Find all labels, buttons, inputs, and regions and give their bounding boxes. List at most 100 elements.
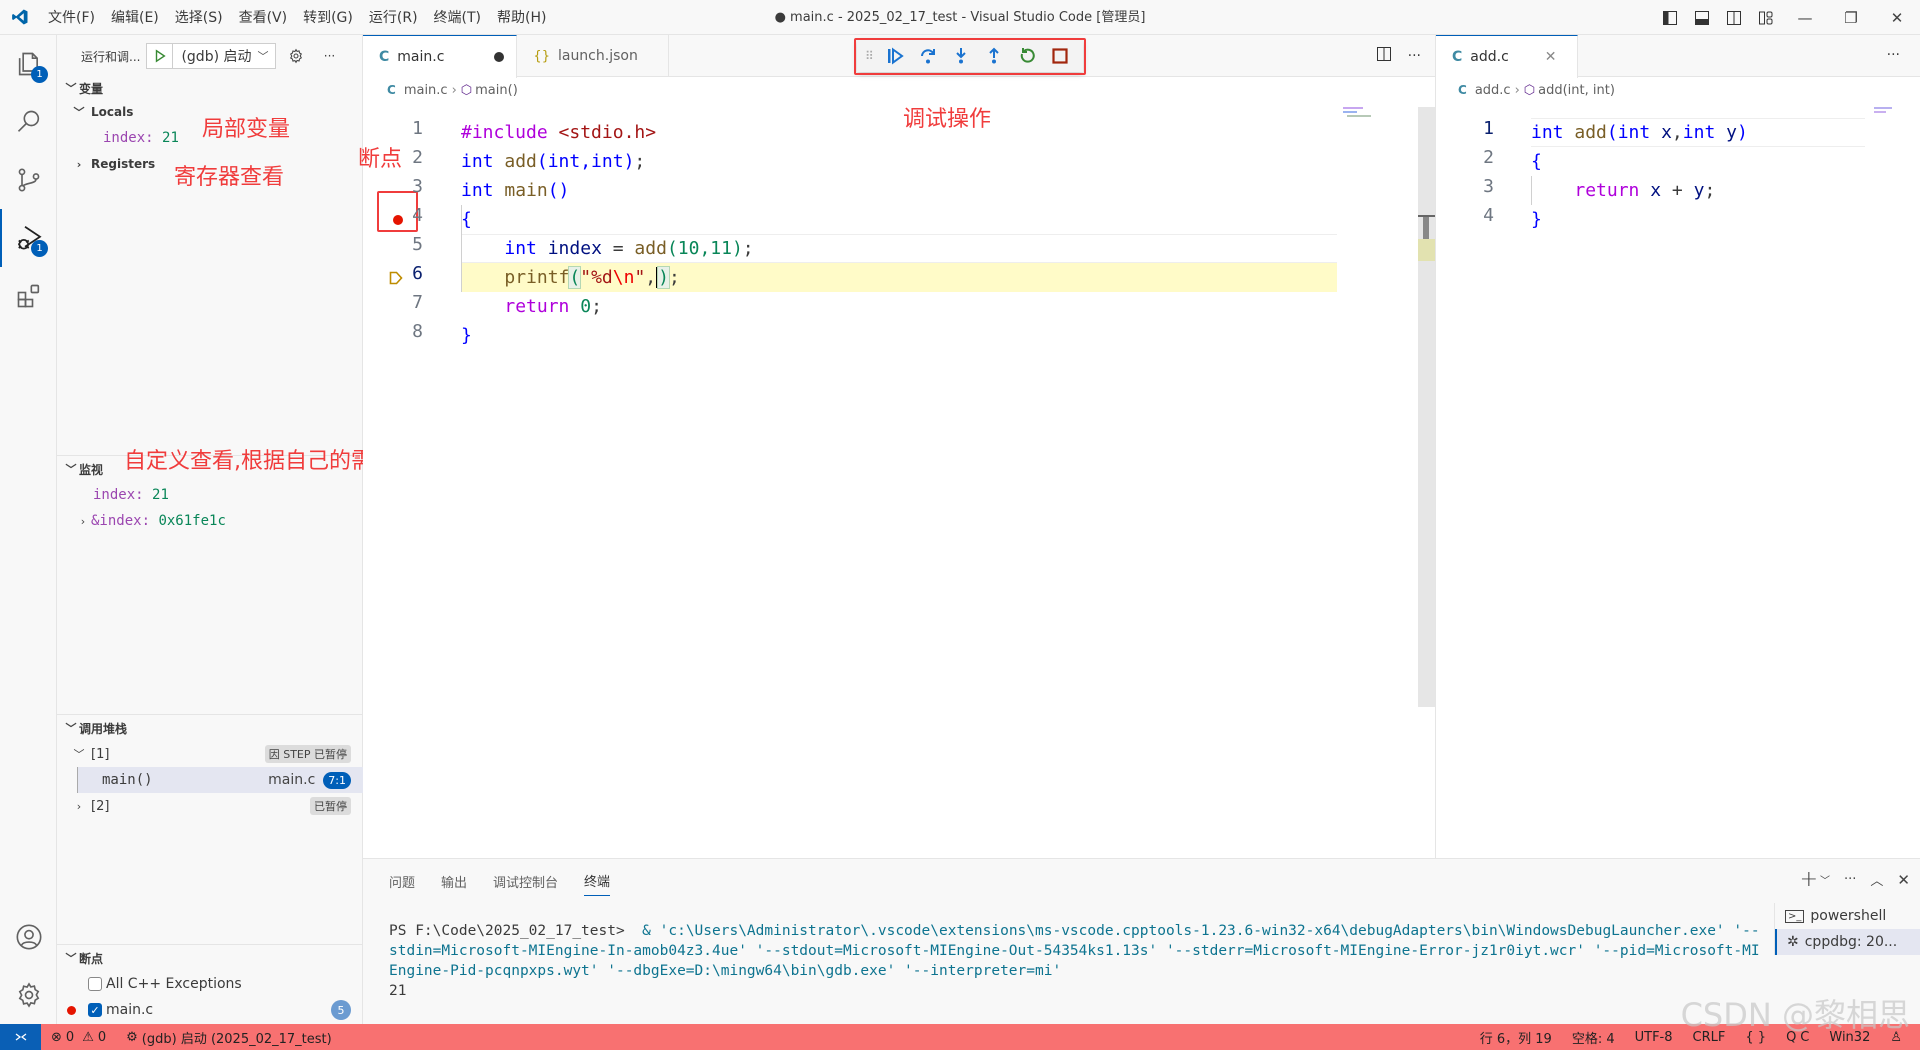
menu-edit[interactable]: 编辑(E): [103, 7, 167, 27]
toggle-panel-button[interactable]: [1686, 0, 1718, 35]
activity-source-control[interactable]: [0, 151, 57, 209]
menu-file[interactable]: 文件(F): [40, 7, 103, 27]
cursor-position[interactable]: 行 6，列 19: [1470, 1028, 1562, 1047]
terminal-label: cppdbg: 20...: [1804, 934, 1898, 950]
toggle-primary-sidebar-button[interactable]: [1654, 0, 1686, 35]
variables-section-header[interactable]: ﹀ 变量: [57, 77, 362, 99]
minimap[interactable]: [1874, 107, 1894, 115]
breakpoint-checkbox[interactable]: ✓: [88, 1003, 102, 1017]
menu-terminal[interactable]: 终端(T): [426, 7, 489, 27]
activity-accounts[interactable]: [0, 908, 57, 966]
panel-tab-terminal[interactable]: 终端: [584, 866, 611, 896]
callstack-section-header[interactable]: ﹀ 调用堆栈: [57, 715, 363, 741]
thread-row[interactable]: ﹀ [1] 因 STEP 已暂停: [57, 741, 363, 767]
vertical-scrollbar[interactable]: [1418, 107, 1435, 707]
warning-icon: ⚠: [82, 1029, 94, 1045]
split-layout-icon: [1727, 10, 1741, 25]
remote-indicator-button[interactable]: [0, 1024, 41, 1050]
restore-button[interactable]: ❐: [1828, 0, 1874, 35]
code-editor[interactable]: 1 2 3 4 int add(int x,int y) { return x …: [1436, 103, 1920, 858]
problems-status[interactable]: ⊗ 0 ⚠ 0: [41, 1030, 116, 1045]
language-mode[interactable]: QC: [1776, 1030, 1819, 1045]
gear-icon: [289, 48, 302, 64]
menu-selection[interactable]: 选择(S): [167, 7, 231, 27]
editor-more-actions-button[interactable]: ···: [1887, 47, 1900, 63]
split-editor-button[interactable]: [1376, 46, 1392, 66]
activity-extensions[interactable]: [0, 267, 57, 325]
activity-run-debug[interactable]: 1: [0, 209, 57, 267]
indentation[interactable]: 空格: 4: [1562, 1028, 1625, 1047]
editor-more-actions-button[interactable]: ···: [1408, 48, 1421, 64]
step-into-button[interactable]: [951, 46, 971, 66]
minimap[interactable]: [1343, 107, 1373, 121]
open-launch-json-button[interactable]: [282, 43, 310, 69]
menu-go[interactable]: 转到(G): [295, 7, 361, 27]
menu-view[interactable]: 查看(V): [231, 7, 296, 27]
breadcrumb-file[interactable]: main.c: [404, 83, 448, 98]
breadcrumb-file[interactable]: add.c: [1475, 83, 1511, 98]
encoding[interactable]: UTF-8: [1625, 1030, 1683, 1045]
locals-label: Locals: [91, 105, 134, 119]
variable-name: index: [103, 130, 146, 146]
toggle-secondary-sidebar-button[interactable]: [1718, 0, 1750, 35]
start-debugging-button[interactable]: [147, 44, 174, 68]
panel-tab-problems[interactable]: 问题: [389, 866, 415, 896]
watch-item[interactable]: index: 21: [57, 482, 363, 508]
more-actions-button[interactable]: ···: [316, 43, 344, 69]
breakpoints-section-header[interactable]: ﹀ 断点: [57, 945, 363, 971]
minimize-button[interactable]: —: [1782, 0, 1828, 35]
activity-search[interactable]: [0, 93, 57, 151]
drag-handle-icon[interactable]: ⠿: [865, 49, 874, 63]
terminal-list: >_ powershell ✲ cppdbg: 20...: [1774, 903, 1920, 955]
customize-layout-button[interactable]: [1750, 0, 1782, 35]
panel-tab-debug-console[interactable]: 调试控制台: [493, 866, 558, 896]
breadcrumb-symbol[interactable]: main(): [475, 83, 518, 98]
chevron-down-icon: ﹀: [65, 952, 77, 965]
tab-main-c[interactable]: C main.c: [363, 35, 518, 78]
restart-button[interactable]: [1017, 46, 1037, 66]
breadcrumb-symbol[interactable]: add(int, int): [1538, 83, 1615, 98]
close-window-button[interactable]: ✕: [1874, 0, 1920, 35]
watch-item[interactable]: › &index: 0x61fe1c: [57, 508, 363, 534]
code-line: int add(int x,int y): [1531, 122, 1748, 143]
close-panel-button[interactable]: ✕: [1897, 871, 1910, 889]
language-braces-icon[interactable]: { }: [1735, 1030, 1776, 1045]
chevron-down-icon: ﹀: [65, 722, 77, 735]
terminal-item-powershell[interactable]: >_ powershell: [1775, 903, 1920, 929]
notifications-icon[interactable]: ♙: [1880, 1030, 1912, 1045]
tab-add-c[interactable]: C add.c ✕: [1436, 35, 1578, 78]
thread-status-badge: 已暂停: [310, 797, 351, 815]
line-ending[interactable]: CRLF: [1683, 1030, 1736, 1045]
terminal-item-cppdbg[interactable]: ✲ cppdbg: 20...: [1775, 929, 1920, 955]
maximize-panel-button[interactable]: ︿: [1870, 870, 1883, 889]
line-number: 4: [412, 205, 423, 226]
tab-launch-json[interactable]: {} launch.json: [517, 35, 670, 77]
panel-more-actions-button[interactable]: ···: [1844, 872, 1856, 887]
chevron-down-icon[interactable]: ﹀: [1820, 872, 1830, 887]
step-over-button[interactable]: [918, 46, 938, 66]
stop-button[interactable]: [1050, 46, 1070, 66]
close-tab-icon[interactable]: ✕: [1545, 49, 1557, 65]
panel-tab-output[interactable]: 输出: [441, 866, 467, 896]
thread-row[interactable]: › [2] 已暂停: [57, 793, 363, 819]
debug-session-status[interactable]: ⚙ (gdb) 启动 (2025_02_17_test): [116, 1028, 342, 1047]
new-terminal-button[interactable]: +: [1800, 867, 1818, 892]
continue-button[interactable]: [885, 46, 905, 66]
tab-label: launch.json: [557, 48, 638, 64]
terminal-output[interactable]: PS F:\Code\2025_02_17_test> & 'c:\Users\…: [389, 921, 1761, 1001]
code-editor[interactable]: 断点 1 2 3 4 5 6 7 8 #include <stdio.h> in…: [358, 103, 1435, 858]
stack-frame-row[interactable]: main() main.c 7:1: [77, 767, 363, 793]
breakpoint-checkbox[interactable]: [88, 977, 102, 991]
unsaved-dot-icon[interactable]: [494, 52, 505, 62]
menu-help[interactable]: 帮助(H): [489, 7, 554, 27]
breakpoint-item[interactable]: All C++ Exceptions: [57, 971, 363, 997]
platform[interactable]: Win32: [1819, 1030, 1880, 1045]
activity-manage[interactable]: [0, 966, 57, 1024]
activity-explorer[interactable]: 1: [0, 35, 57, 93]
breakpoint-item[interactable]: ✓ main.c 5: [57, 997, 363, 1023]
launch-config-select[interactable]: (gdb) 启动 ﹀: [146, 43, 276, 69]
step-out-button[interactable]: [984, 46, 1004, 66]
menu-run[interactable]: 运行(R): [361, 7, 426, 27]
terminal-program-output: 21: [389, 983, 407, 999]
code-line: int add(int,int);: [461, 151, 646, 172]
